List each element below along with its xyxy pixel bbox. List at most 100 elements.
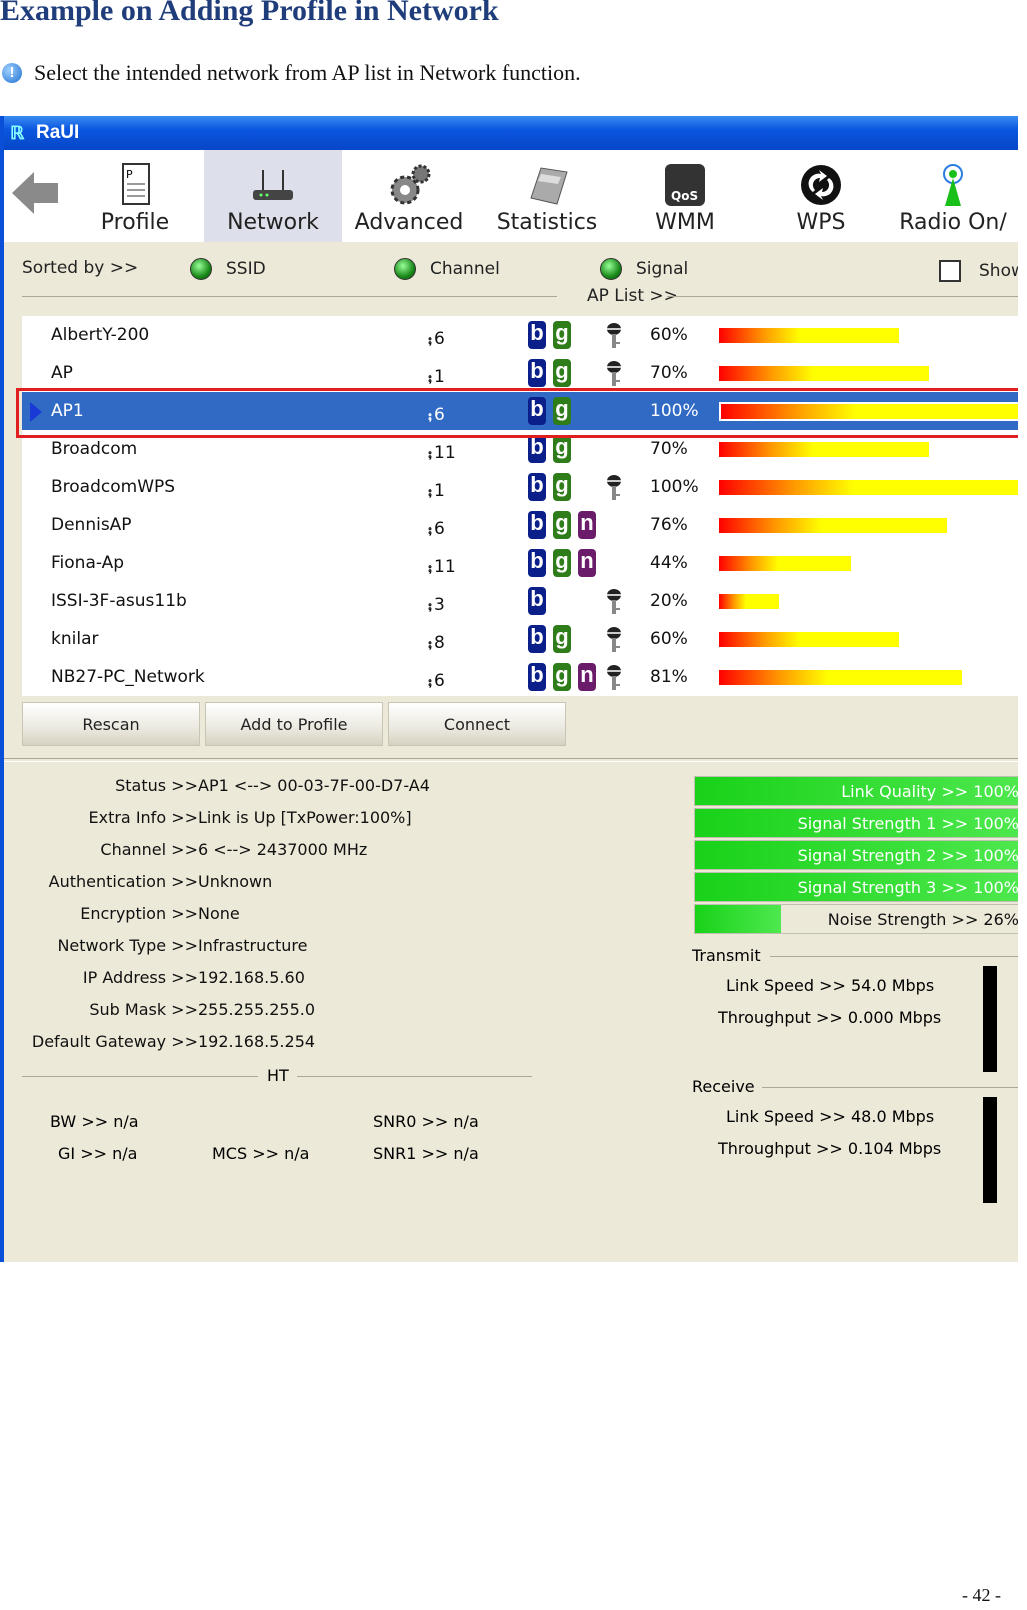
svg-text:P: P — [126, 168, 133, 181]
ht-gi: GI >> n/a — [58, 1144, 138, 1163]
info-row: IP Address >> 192.168.5.60 — [4, 968, 544, 990]
mode-g-icon: g — [553, 511, 571, 539]
ap-channel: ⨾ 11 — [428, 553, 456, 577]
info-key: Authentication >> — [48, 872, 198, 891]
back-arrow-icon[interactable] — [10, 168, 60, 218]
doc-instruction: ! Select the intended network from AP li… — [2, 60, 581, 86]
tx-graph — [983, 966, 997, 1072]
mode-b-icon: b — [528, 549, 546, 577]
ap-channel-value: 6 — [434, 671, 445, 691]
ap-channel-value: 1 — [434, 367, 445, 387]
info-value: 255.255.255.0 — [198, 1000, 316, 1019]
info-key: Extra Info >> — [88, 808, 199, 827]
radio-dot-icon — [190, 258, 212, 280]
info-row: Network Type >> Infrastructure — [4, 936, 544, 958]
ap-list-header: AP List >> — [22, 286, 1018, 306]
ap-channel-value: 11 — [434, 443, 456, 463]
info-key: Status >> — [115, 776, 198, 795]
tab-advanced[interactable]: Advanced — [340, 150, 478, 242]
sort-ssid-label: SSID — [226, 259, 266, 279]
meter-label: Signal Strength 1 >> 100% — [797, 814, 1018, 833]
antenna-icon: ⨾ — [428, 629, 432, 653]
key-icon — [607, 665, 621, 690]
doc-instruction-text: Select the intended network from AP list… — [34, 60, 581, 85]
info-key: Channel >> — [100, 840, 198, 859]
antenna-icon: ⨾ — [428, 477, 432, 501]
ap-row[interactable]: AlbertY-200 ⨾ 6 b g 60% — [22, 316, 1018, 354]
ap-ssid: Fiona-Ap — [51, 553, 125, 573]
tx-throughput: Throughput >> 0.000 Mbps — [718, 1008, 942, 1027]
antenna-icon: ⨾ — [428, 591, 432, 615]
wps-icon — [801, 165, 841, 205]
ap-channel-value: 1 — [434, 481, 445, 501]
tab-network-label: Network — [227, 210, 319, 235]
ap-signal: 100% — [650, 477, 699, 497]
ap-channel-value: 8 — [434, 633, 445, 653]
svg-text:QoS: QoS — [671, 189, 698, 203]
mode-g-icon: g — [553, 321, 571, 349]
ap-channel: ⨾ 6 — [428, 325, 445, 349]
ap-row[interactable]: knilar ⨾ 8 b g 60% — [22, 620, 1018, 658]
ap-row[interactable]: Fiona-Ap ⨾ 11 b g n 44% — [22, 544, 1018, 582]
info-row: Sub Mask >> 255.255.255.0 — [4, 1000, 544, 1022]
show-label: Show — [979, 261, 1018, 281]
ap-signal: 60% — [650, 325, 688, 345]
mode-g-icon: g — [553, 435, 571, 463]
ap-list-label: AP List >> — [587, 286, 678, 306]
ap-row[interactable]: ISSI-3F-asus11b ⨾ 3 b 20% — [22, 582, 1018, 620]
ap-ssid: AP — [51, 363, 73, 383]
mode-n-icon: n — [578, 663, 596, 691]
tab-profile[interactable]: P Profile — [66, 150, 204, 242]
calculator-icon — [530, 167, 568, 205]
ap-row[interactable]: AP ⨾ 1 b g 70% — [22, 354, 1018, 392]
mode-b-icon: b — [528, 359, 546, 387]
divider — [4, 758, 1018, 762]
highlight-box — [16, 388, 1018, 438]
antenna-icon: ⨾ — [428, 325, 432, 349]
signal-meter: Link Quality >> 100% — [694, 776, 1018, 806]
ap-signal: 60% — [650, 629, 688, 649]
sort-ssid-radio[interactable]: SSID — [190, 258, 266, 280]
mode-g-icon: g — [553, 663, 571, 691]
radio-antenna-icon — [943, 164, 963, 206]
meter-label: Link Quality >> 100% — [841, 782, 1018, 801]
signal-bar — [719, 328, 899, 343]
router-icon — [253, 170, 293, 200]
ap-signal: 44% — [650, 553, 688, 573]
qos-icon: QoS — [665, 164, 705, 206]
tab-wmm[interactable]: QoS WMM — [616, 150, 754, 242]
tab-statistics[interactable]: Statistics — [478, 150, 616, 242]
antenna-icon: ⨾ — [428, 515, 432, 539]
rescan-button[interactable]: Rescan — [22, 702, 200, 746]
info-row: Status >> AP1 <--> 00-03-7F-00-D7-A4 — [4, 776, 544, 798]
ap-row[interactable]: DennisAP ⨾ 6 b g n 76% — [22, 506, 1018, 544]
meter-label: Signal Strength 3 >> 100% — [797, 878, 1018, 897]
sort-signal-radio[interactable]: Signal — [600, 258, 688, 280]
ap-channel: ⨾ 3 — [428, 591, 445, 615]
key-icon — [607, 589, 621, 614]
ap-row[interactable]: BroadcomWPS ⨾ 1 b g 100% — [22, 468, 1018, 506]
receive-header: Receive — [692, 1077, 1018, 1097]
show-checkbox[interactable]: Show — [939, 260, 1018, 282]
tab-wps-label: WPS — [796, 210, 846, 235]
ap-list: AlbertY-200 ⨾ 6 b g 60% AP ⨾ 1 b g 70% AP1 ⨾ 6 b g 100% Br… — [22, 316, 1018, 696]
sort-bar: Sorted by >> SSID Channel Signal Show AP… — [4, 242, 1018, 306]
toolbar: P Profile Network Advanced Statistics Qo… — [4, 150, 1018, 242]
ap-channel: ⨾ 1 — [428, 477, 445, 501]
tab-network[interactable]: Network — [204, 150, 342, 242]
mode-n-icon: n — [578, 511, 596, 539]
info-value: Unknown — [198, 872, 273, 891]
add-to-profile-button[interactable]: Add to Profile — [205, 702, 383, 746]
ap-channel-value: 6 — [434, 329, 445, 349]
sort-channel-radio[interactable]: Channel — [394, 258, 500, 280]
signal-bar — [719, 518, 947, 533]
ap-signal: 70% — [650, 363, 688, 383]
connect-button[interactable]: Connect — [388, 702, 566, 746]
tab-radio[interactable]: Radio On/ — [884, 150, 1018, 242]
raui-window: ℝ RaUI P Profile Network Advanced Statis… — [0, 116, 1018, 1262]
tab-wps[interactable]: WPS — [752, 150, 890, 242]
tab-wmm-label: WMM — [655, 210, 715, 235]
rx-graph — [983, 1097, 997, 1203]
ap-row[interactable]: NB27-PC_Network ⨾ 6 b g n 81% — [22, 658, 1018, 696]
signal-bar — [719, 670, 962, 685]
